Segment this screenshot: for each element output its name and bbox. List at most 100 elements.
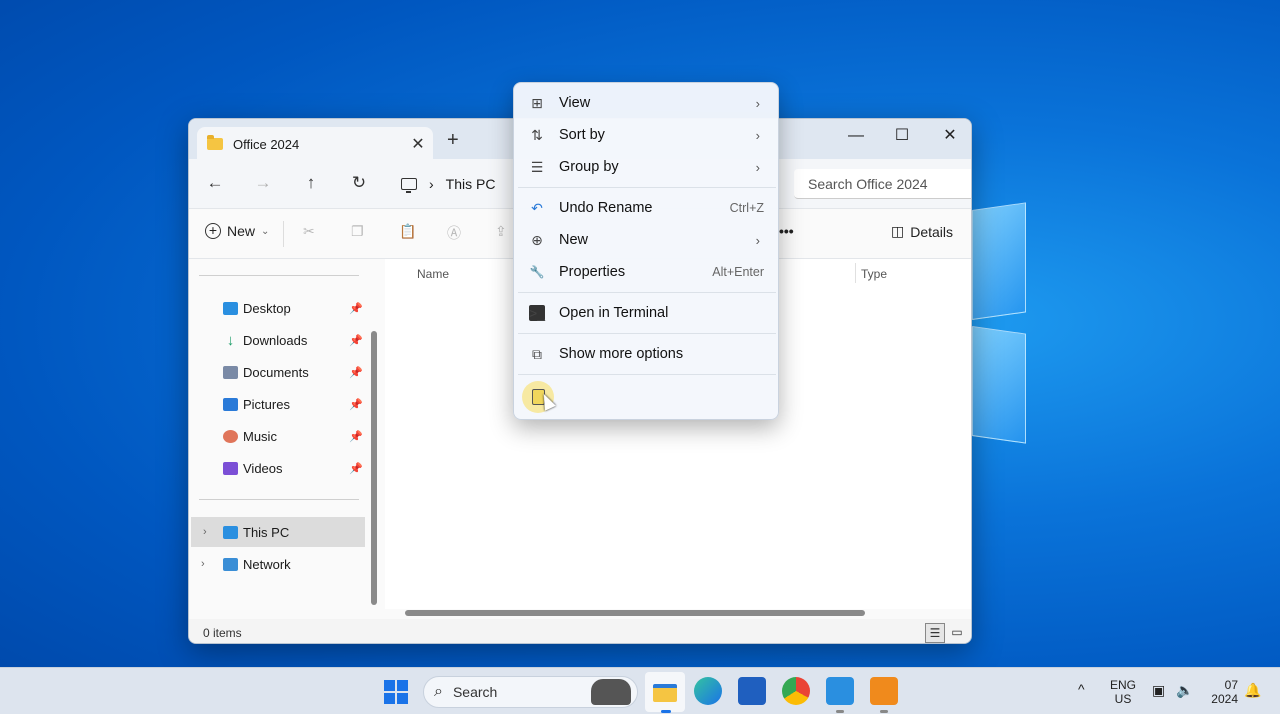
taskbar: ⌕ Search ^ ENG US ▣ 🔈 07 2024 🔔 (0, 667, 1280, 714)
wrench-icon: 🔧 (529, 265, 545, 279)
menu-item-new[interactable]: ⊕ New › (518, 225, 776, 255)
menu-item-properties[interactable]: 🔧 Properties Alt+Enter (518, 257, 776, 287)
running-indicator (880, 710, 888, 713)
details-pane-icon: ◫ (891, 223, 905, 239)
column-header-type[interactable]: Type (861, 267, 887, 281)
menu-item-undo-rename[interactable]: ↶ Undo Rename Ctrl+Z (518, 193, 776, 223)
notifications-icon[interactable]: 🔔 (1244, 683, 1261, 697)
store-icon[interactable] (738, 677, 766, 705)
language-code: ENG (1110, 678, 1137, 692)
running-indicator (836, 710, 844, 713)
volume-icon[interactable]: 🔈 (1176, 683, 1193, 697)
details-view-icon[interactable]: ☰ (925, 623, 945, 643)
clock[interactable]: 07 2024 (1206, 678, 1238, 706)
menu-item-label: View (559, 95, 591, 111)
tiles-view-icon[interactable]: ▭ (947, 623, 967, 643)
group-icon: ☰ (530, 159, 544, 175)
refresh-button[interactable]: ↻ (347, 173, 371, 193)
nav-divider (199, 499, 359, 500)
menu-separator (518, 187, 776, 188)
horizontal-scrollbar[interactable] (405, 610, 865, 616)
new-button[interactable]: + New ⌄ (205, 223, 269, 239)
menu-item-show-more-options[interactable]: ⧉ Show more options (518, 339, 776, 369)
edge-icon[interactable] (694, 677, 722, 705)
menu-separator (518, 292, 776, 293)
sidebar-item-this-pc[interactable]: › This PC (191, 517, 365, 547)
pin-icon: 📌 (349, 302, 363, 315)
back-button[interactable]: ← (203, 173, 227, 193)
undo-icon: ↶ (531, 200, 543, 216)
installer-app-icon[interactable] (870, 677, 898, 705)
search-highlight-image (591, 679, 631, 705)
tab-close-icon[interactable]: ✕ (403, 134, 433, 154)
up-button[interactable]: ↑ (299, 173, 323, 193)
chevron-right-icon: › (755, 95, 760, 111)
shortcut-label: Ctrl+Z (729, 201, 764, 215)
start-button[interactable] (384, 680, 408, 704)
toolbar-divider (283, 221, 284, 247)
taskbar-search-label: Search (452, 684, 498, 700)
sidebar-item-documents[interactable]: Documents 📌 (189, 357, 367, 387)
cut-icon[interactable]: ✂ (303, 223, 315, 240)
rename-icon[interactable]: Ⓐ (447, 223, 461, 243)
paste-icon[interactable]: 📋 (399, 223, 416, 240)
tab-title: Office 2024 (233, 136, 300, 152)
pin-icon: 📌 (349, 334, 363, 347)
clock-top: 07 (1224, 678, 1238, 692)
expand-chevron-icon[interactable]: › (201, 558, 205, 570)
taskbar-search[interactable]: ⌕ Search (423, 676, 638, 708)
network-icon (223, 557, 238, 571)
notepad-icon[interactable] (826, 677, 854, 705)
menu-item-group-by[interactable]: ☰ Group by › (518, 152, 776, 182)
menu-separator (518, 374, 776, 375)
language-indicator[interactable]: ENG US (1110, 678, 1136, 706)
context-menu: ⊞ View › ⇅ Sort by › ☰ Group by › ↶ Undo… (513, 82, 779, 420)
close-window-button[interactable]: ✕ (927, 123, 971, 149)
sidebar-item-downloads[interactable]: ↓ Downloads 📌 (189, 325, 367, 355)
sidebar-item-desktop[interactable]: Desktop 📌 (189, 293, 367, 323)
pin-icon: 📌 (349, 462, 363, 475)
tab-office-2024[interactable]: Office 2024 ✕ (197, 127, 433, 161)
show-hidden-icons-button[interactable]: ^ (1078, 682, 1085, 696)
item-count: 0 items (203, 626, 242, 640)
minimize-button[interactable]: — (833, 123, 879, 149)
details-button[interactable]: ◫ Details (891, 223, 953, 240)
nav-divider (199, 275, 359, 276)
view-icon: ⊞ (531, 95, 543, 111)
column-divider (855, 263, 856, 283)
new-tab-button[interactable]: + (447, 129, 459, 152)
breadcrumb-this-pc[interactable]: This PC (446, 176, 496, 192)
desktop-icon (223, 301, 238, 315)
navigation-pane: Desktop 📌 ↓ Downloads 📌 Documents 📌 Pict… (189, 259, 367, 609)
search-input[interactable]: Search Office 2024 (794, 169, 971, 199)
menu-item-label: Open in Terminal (559, 305, 669, 321)
file-explorer-taskbar-icon[interactable] (645, 672, 685, 712)
network-icon[interactable]: ▣ (1152, 683, 1165, 697)
maximize-button[interactable]: ☐ (879, 123, 925, 149)
search-icon: ⌕ (434, 683, 443, 700)
menu-item-view[interactable]: ⊞ View › (518, 88, 776, 118)
clock-bottom: 2024 (1211, 692, 1238, 706)
sidebar-item-label: Pictures (243, 396, 290, 412)
forward-button[interactable]: → (251, 173, 275, 193)
downloads-icon: ↓ (226, 331, 235, 349)
sidebar-item-label: This PC (243, 524, 290, 540)
menu-item-sort-by[interactable]: ⇅ Sort by › (518, 120, 776, 150)
sidebar-item-pictures[interactable]: Pictures 📌 (189, 389, 367, 419)
copy-icon[interactable]: ❐ (351, 223, 364, 240)
share-icon[interactable]: ⇪ (495, 223, 507, 240)
chrome-icon[interactable] (782, 677, 810, 705)
sidebar-item-music[interactable]: Music 📌 (189, 421, 367, 451)
expand-chevron-icon[interactable]: › (203, 526, 207, 538)
sidebar-item-videos[interactable]: Videos 📌 (189, 453, 367, 483)
column-header-name[interactable]: Name (417, 267, 449, 281)
more-options-button[interactable]: ••• (779, 223, 794, 239)
sidebar-item-label: Network (243, 556, 291, 572)
menu-separator (518, 333, 776, 334)
sidebar-item-network[interactable]: › Network (189, 549, 367, 579)
nav-scrollbar[interactable] (371, 331, 377, 605)
menu-item-open-in-terminal[interactable]: >_ Open in Terminal (518, 298, 776, 328)
plus-circle-icon: + (205, 223, 221, 239)
terminal-icon: >_ (529, 305, 545, 321)
sidebar-item-label: Downloads (243, 332, 308, 348)
